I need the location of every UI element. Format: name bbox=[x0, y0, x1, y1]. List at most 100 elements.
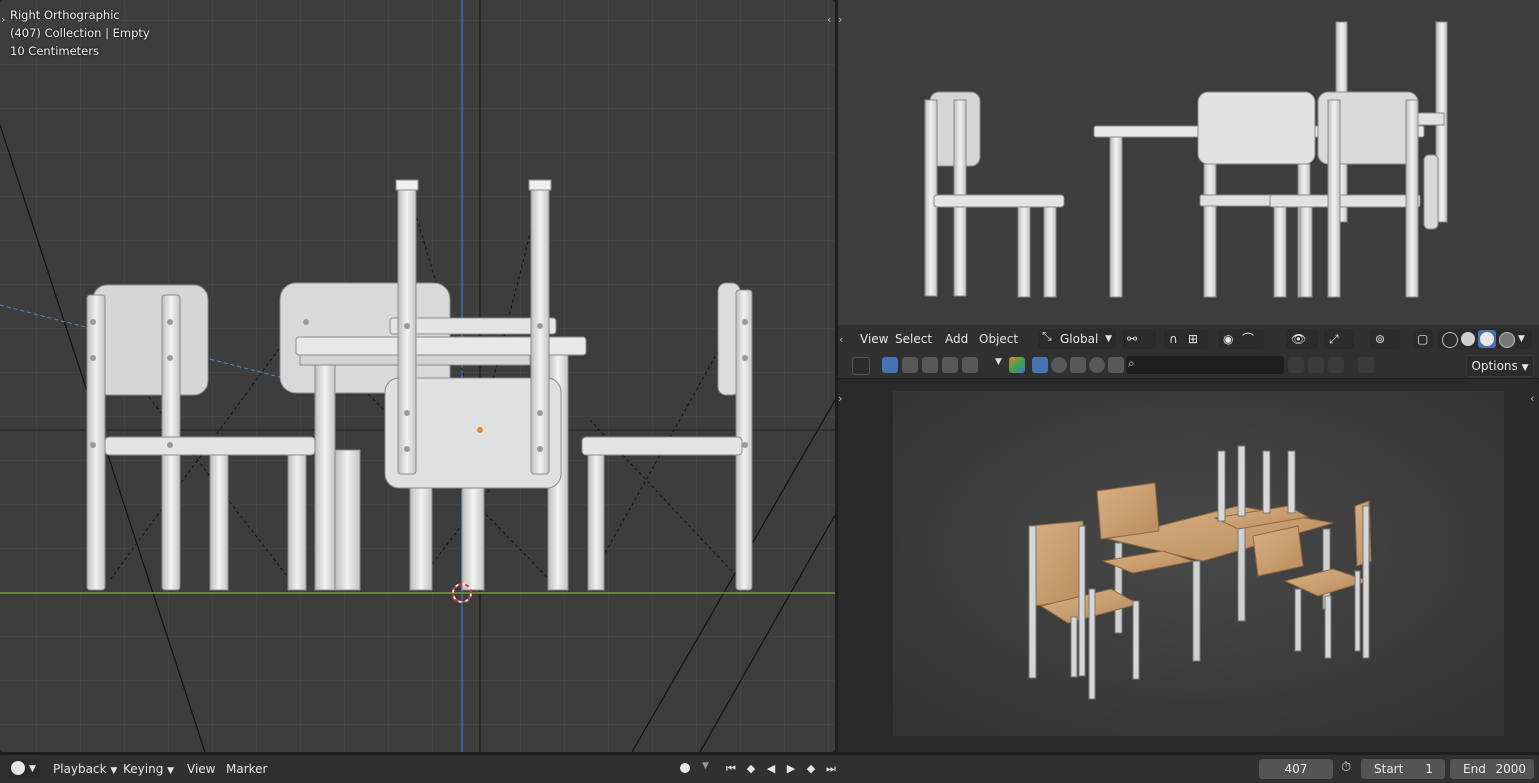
chevron-down-icon: ▼ bbox=[1105, 334, 1112, 344]
snap-toggle[interactable]: ∩ ⊞ bbox=[1164, 329, 1208, 349]
menu-view-timeline[interactable]: View bbox=[187, 759, 215, 779]
editor-type-dropdown[interactable]: ▼ bbox=[8, 759, 40, 779]
chevron-down-icon[interactable]: ▼ bbox=[1518, 329, 1525, 349]
select-invert-icon[interactable] bbox=[942, 357, 958, 373]
header-collapse-arrow-icon[interactable]: ‹ bbox=[839, 334, 843, 345]
camera-frame bbox=[893, 391, 1504, 736]
menu-add[interactable]: Add bbox=[939, 329, 974, 349]
menu-select[interactable]: Select bbox=[889, 329, 938, 349]
select-tool-icon[interactable] bbox=[852, 357, 870, 375]
orientation-icon: ⤡ bbox=[1042, 329, 1052, 343]
search-icon: ⌕ bbox=[1128, 356, 1135, 370]
menu-marker[interactable]: Marker bbox=[226, 759, 267, 779]
menu-playback[interactable]: Playback ▼ bbox=[53, 759, 117, 779]
select-intersect-icon[interactable] bbox=[962, 357, 978, 373]
record-icon[interactable] bbox=[680, 763, 690, 773]
playback-label: Playback bbox=[53, 762, 107, 776]
falloff-curve-icon: ⌒ bbox=[1242, 332, 1255, 346]
eye-icon: 👁 bbox=[1291, 332, 1307, 346]
viewport-canvas[interactable] bbox=[0, 0, 835, 752]
viewport-header: View Select Add Object ⤡ Global ▼ ⚯ ∩ ⊞ … bbox=[838, 325, 1539, 353]
link-icon: ⚯ bbox=[1127, 332, 1138, 346]
toolbar-expand-arrow-icon[interactable]: › bbox=[838, 393, 842, 404]
curve-icon[interactable] bbox=[1288, 357, 1304, 373]
bookmark-icon[interactable] bbox=[1308, 357, 1324, 373]
stopwatch-icon[interactable]: ⏱ bbox=[1341, 760, 1351, 775]
toolbar-expand-arrow-icon[interactable]: › bbox=[838, 14, 842, 25]
visibility-dropdown[interactable]: 👁 bbox=[1286, 329, 1318, 349]
play-icon[interactable]: ▶ bbox=[782, 759, 800, 779]
prev-keyframe-icon[interactable]: ◆ bbox=[742, 759, 760, 779]
chevron-down-icon[interactable]: ▼ bbox=[702, 761, 709, 771]
material-shading-button[interactable] bbox=[1478, 330, 1496, 348]
menu-object[interactable]: Object bbox=[973, 329, 1024, 349]
origin-point bbox=[477, 427, 483, 433]
start-value: 1 bbox=[1425, 762, 1433, 776]
next-keyframe-icon[interactable]: ◆ bbox=[802, 759, 820, 779]
options-dropdown[interactable]: Options ▼ bbox=[1466, 355, 1534, 377]
chair-side[interactable] bbox=[924, 91, 1065, 298]
end-label: End bbox=[1463, 762, 1486, 776]
options-label: Options bbox=[1471, 359, 1518, 373]
magnet-icon: ∩ bbox=[1169, 332, 1178, 346]
overlays-icon: ⊚ bbox=[1375, 332, 1386, 346]
xray-icon: ▢ bbox=[1417, 332, 1429, 346]
chevron-down-icon: ▼ bbox=[110, 766, 118, 776]
keying-label: Keying bbox=[123, 762, 164, 776]
current-frame-field[interactable]: 407 bbox=[1259, 759, 1333, 779]
proportional-edit-icon: ◉ bbox=[1223, 332, 1234, 346]
filter-material-icon[interactable] bbox=[1051, 357, 1067, 373]
play-reverse-icon[interactable]: ◀ bbox=[762, 759, 780, 779]
rendered-shading-icon[interactable] bbox=[1499, 332, 1515, 348]
pivot-point-dropdown[interactable]: ⚯ bbox=[1122, 329, 1156, 349]
end-value: 2000 bbox=[1495, 762, 1526, 776]
filter-light-icon[interactable] bbox=[1070, 357, 1086, 373]
viewport-front-view[interactable]: › bbox=[838, 0, 1539, 325]
chevron-down-icon: ▼ bbox=[1521, 363, 1529, 373]
overlays-dropdown[interactable]: ⊚ bbox=[1370, 329, 1400, 349]
editor-toolbar: ▼ ⌕ Options ▼ bbox=[838, 353, 1539, 378]
filter-object-icon[interactable] bbox=[1032, 357, 1048, 373]
render-image bbox=[893, 391, 1504, 736]
transform-orientation-dropdown[interactable]: ⤡ Global ▼ bbox=[1038, 329, 1116, 349]
sidebar-expand-arrow-icon[interactable]: ‹ bbox=[827, 14, 831, 25]
end-frame-field[interactable]: End 2000 bbox=[1450, 759, 1534, 779]
menu-keying[interactable]: Keying ▼ bbox=[123, 759, 174, 779]
timeline-header: ▼ Playback ▼ Keying ▼ View Marker ▼ ⏮ ◆ … bbox=[0, 755, 1539, 783]
select-extend-icon[interactable] bbox=[902, 357, 918, 373]
sidebar-expand-arrow-icon[interactable]: ‹ bbox=[1530, 393, 1534, 404]
render-preview-viewport[interactable]: › ‹ bbox=[838, 379, 1539, 752]
filter-world-icon[interactable] bbox=[1089, 357, 1105, 373]
select-new-icon[interactable] bbox=[882, 357, 898, 373]
orientation-label: Global bbox=[1060, 332, 1099, 346]
jump-start-icon[interactable]: ⏮ bbox=[722, 759, 740, 779]
viewport-right-orthographic[interactable]: Right Orthographic (407) Collection | Em… bbox=[0, 0, 835, 752]
view-name: Right Orthographic bbox=[10, 8, 120, 22]
gizmo-icon: ⤢ bbox=[1329, 332, 1339, 346]
filter-camera-icon[interactable] bbox=[1108, 357, 1124, 373]
start-label: Start bbox=[1374, 762, 1404, 776]
clock-editor-icon bbox=[11, 761, 25, 775]
search-input[interactable]: ⌕ bbox=[1126, 356, 1284, 374]
scale-label: 10 Centimeters bbox=[10, 44, 99, 58]
filter-icon[interactable] bbox=[1358, 357, 1374, 373]
collection-info: (407) Collection | Empty bbox=[10, 26, 150, 40]
solid-shading-icon[interactable] bbox=[1461, 332, 1475, 346]
chevron-down-icon[interactable]: ▼ bbox=[995, 357, 1002, 367]
shading-modes: ▼ bbox=[1438, 329, 1532, 349]
jump-end-icon[interactable]: ⏭ bbox=[822, 759, 840, 779]
toolbar-expand-arrow-icon[interactable]: › bbox=[1, 14, 5, 25]
wireframe-shading-icon[interactable] bbox=[1442, 332, 1458, 348]
chevron-down-icon: ▼ bbox=[29, 764, 36, 774]
gizmo-dropdown[interactable]: ⤢ bbox=[1324, 329, 1354, 349]
material-shading-icon bbox=[1480, 332, 1494, 346]
increment-icon: ⊞ bbox=[1188, 332, 1199, 346]
select-subtract-icon[interactable] bbox=[922, 357, 938, 373]
proportional-edit-toggle[interactable]: ◉ ⌒ bbox=[1218, 329, 1264, 349]
hierarchy-icon[interactable] bbox=[1328, 357, 1344, 373]
display-mode-icon[interactable] bbox=[1009, 357, 1025, 373]
chevron-down-icon: ▼ bbox=[167, 766, 175, 776]
start-frame-field[interactable]: Start 1 bbox=[1361, 759, 1445, 779]
viewport-canvas-right[interactable] bbox=[838, 0, 1539, 325]
xray-toggle[interactable]: ▢ bbox=[1413, 329, 1433, 349]
